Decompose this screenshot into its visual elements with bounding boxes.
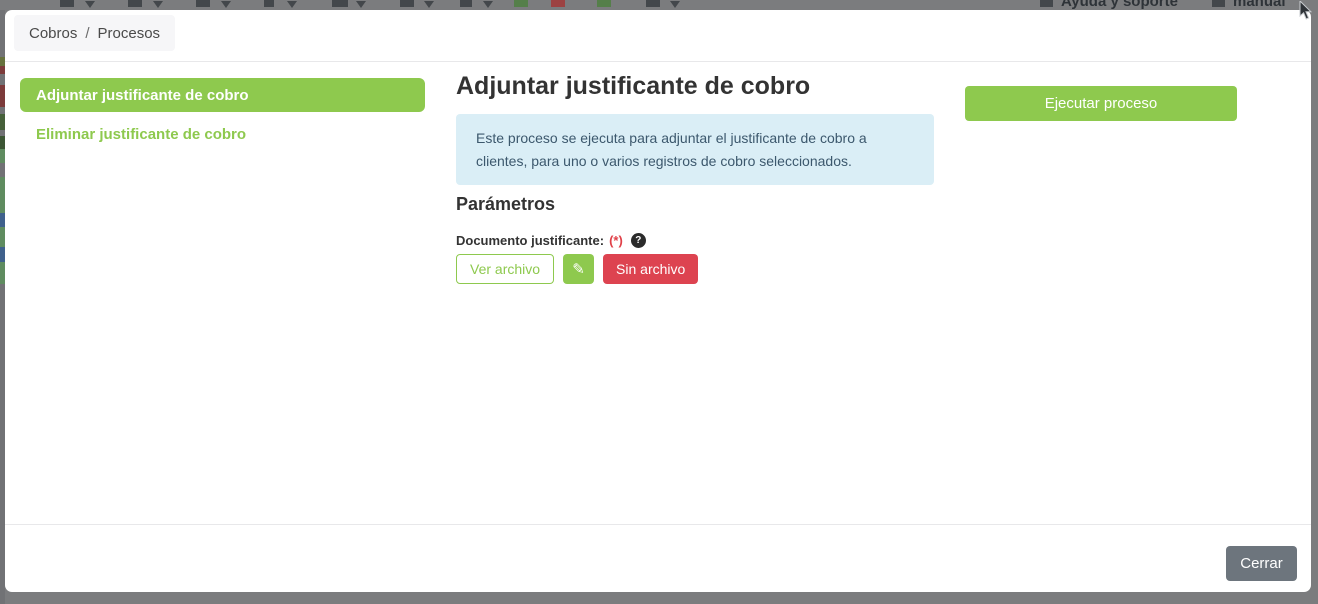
close-button[interactable]: Cerrar — [1226, 546, 1297, 581]
caret-down-icon — [85, 1, 95, 8]
book-icon — [1212, 0, 1225, 7]
sidebar-item-label: Adjuntar justificante de cobro — [36, 87, 249, 104]
toolbar-icon — [400, 0, 414, 7]
toolbar-icon — [128, 0, 142, 7]
process-dialog: Cobros / Procesos Adjuntar justificante … — [5, 10, 1311, 592]
caret-down-icon — [670, 1, 680, 8]
process-description: Este proceso se ejecuta para adjuntar el… — [456, 114, 934, 185]
toolbar-icon — [646, 0, 660, 7]
toolbar-icon — [332, 0, 348, 7]
field-label-row: Documento justificante: (*) ? — [456, 233, 646, 248]
toolbar-icon — [460, 0, 472, 7]
mouse-cursor-icon — [1299, 1, 1312, 20]
view-file-button[interactable]: Ver archivo — [456, 254, 554, 284]
background-toolbar: Ayuda y soporte manual — [0, 0, 1318, 10]
breadcrumb-separator: / — [85, 25, 89, 42]
question-circle-icon[interactable]: ? — [631, 233, 646, 248]
sidebar-item-adjuntar-justificante[interactable]: Adjuntar justificante de cobro — [20, 78, 425, 112]
caret-down-icon — [221, 1, 231, 8]
caret-down-icon — [424, 1, 434, 8]
sidebar-item-eliminar-justificante[interactable]: Eliminar justificante de cobro — [36, 126, 246, 143]
header-divider — [5, 61, 1311, 62]
file-buttons-row: Ver archivo ✎ Sin archivo — [456, 254, 698, 284]
export-excel-icon — [514, 0, 528, 7]
caret-down-icon — [356, 1, 366, 8]
toolbar-icon — [264, 0, 274, 7]
required-marker: (*) — [609, 233, 623, 248]
pencil-icon: ✎ — [572, 260, 585, 278]
caret-down-icon — [483, 1, 493, 8]
sidebar-item-label: Eliminar justificante de cobro — [36, 126, 246, 143]
field-label: Documento justificante: — [456, 233, 604, 248]
caret-down-icon — [287, 1, 297, 8]
caret-down-icon — [153, 1, 163, 8]
footer-divider — [5, 524, 1311, 525]
page-title: Adjuntar justificante de cobro — [456, 72, 810, 101]
toolbar-icon — [60, 0, 74, 7]
help-support-label: Ayuda y soporte — [1061, 0, 1178, 10]
help-icon — [1040, 0, 1053, 7]
execute-process-button[interactable]: Ejecutar proceso — [965, 86, 1237, 121]
breadcrumb: Cobros / Procesos — [14, 15, 175, 51]
no-file-badge[interactable]: Sin archivo — [603, 254, 698, 284]
breadcrumb-cobros[interactable]: Cobros — [29, 25, 77, 42]
edit-file-button[interactable]: ✎ — [563, 254, 594, 284]
toolbar-icon — [196, 0, 210, 7]
export-pdf-icon — [551, 0, 565, 7]
export-icon — [597, 0, 611, 7]
breadcrumb-procesos[interactable]: Procesos — [98, 25, 161, 42]
manual-label: manual — [1233, 0, 1286, 10]
parameters-heading: Parámetros — [456, 194, 555, 215]
